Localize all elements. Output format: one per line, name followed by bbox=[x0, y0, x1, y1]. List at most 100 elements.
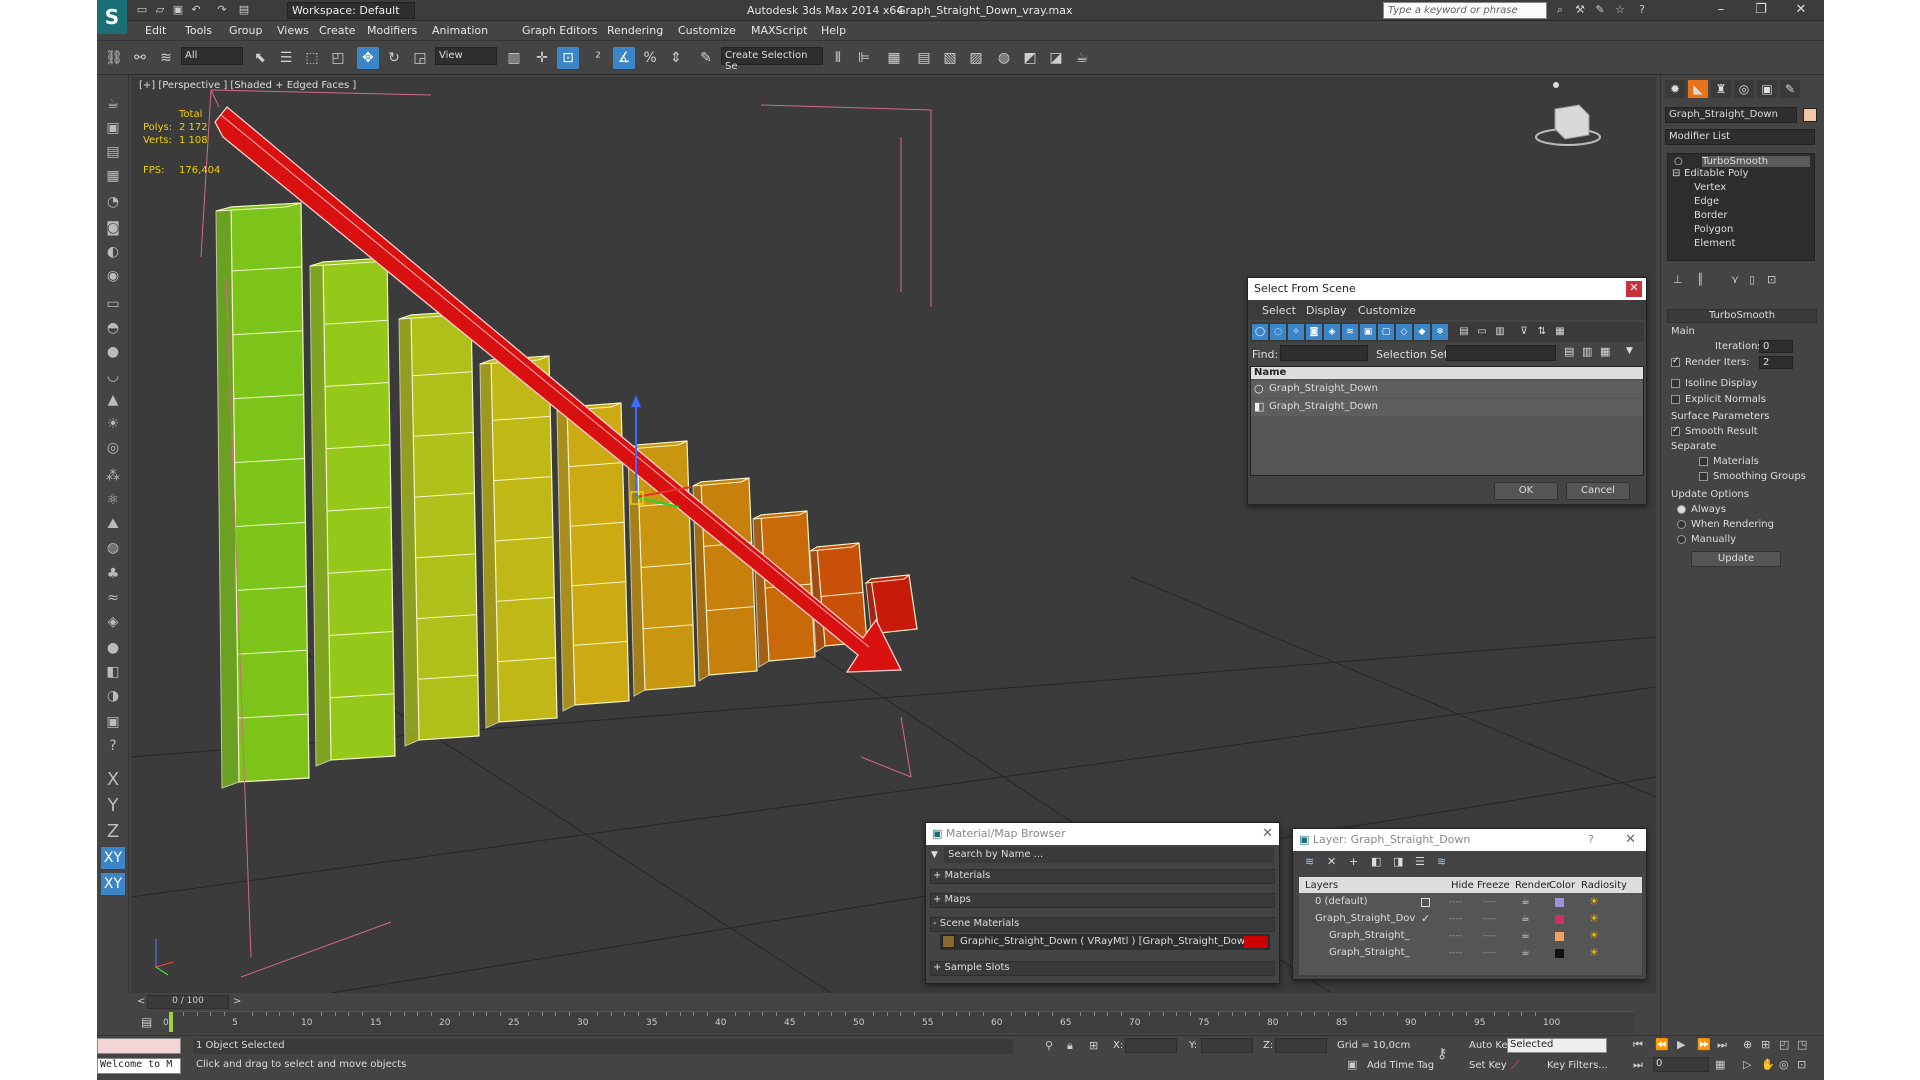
stack-item-border[interactable]: Border bbox=[1694, 210, 1728, 221]
time-config-icon[interactable]: ▦ bbox=[1715, 1058, 1725, 1071]
zoom-extents-icon[interactable]: ◰ bbox=[1779, 1038, 1789, 1051]
always-radio[interactable] bbox=[1677, 505, 1686, 514]
name-column-header[interactable]: Name bbox=[1251, 367, 1643, 379]
project-folder-icon[interactable]: ▤ bbox=[237, 3, 251, 17]
viewcube-icon[interactable] bbox=[1535, 82, 1601, 146]
render-icon[interactable]: ▣ bbox=[101, 117, 125, 139]
zoom-icon[interactable]: ⊕ bbox=[1743, 1038, 1752, 1051]
dialog-menu-customize[interactable]: Customize bbox=[1358, 304, 1416, 317]
stack-item-edge[interactable]: Edge bbox=[1694, 196, 1719, 207]
favorites-icon[interactable]: ☆ bbox=[1613, 3, 1627, 17]
menu-customize[interactable]: Customize bbox=[678, 24, 736, 37]
next-frame-icon[interactable]: > bbox=[233, 996, 241, 1007]
object-color-swatch[interactable] bbox=[1803, 108, 1817, 122]
close-icon[interactable]: ✕ bbox=[1626, 281, 1642, 297]
active-layer-check-icon[interactable]: ✓ bbox=[1421, 912, 1430, 925]
undo-icon[interactable]: ↶ bbox=[189, 3, 203, 17]
frozen-filter-icon[interactable]: ❄ bbox=[1432, 324, 1448, 340]
bind-space-warp-icon[interactable]: ≋ bbox=[155, 47, 177, 69]
x-coord-field[interactable] bbox=[1125, 1038, 1177, 1053]
stack-item-editable-poly[interactable]: Editable Poly bbox=[1684, 168, 1748, 179]
menu-maxscript[interactable]: MAXScript bbox=[751, 24, 807, 37]
sun-icon[interactable]: ☀ bbox=[101, 413, 125, 435]
rendered-frame-window-icon[interactable]: ◪ bbox=[1045, 47, 1067, 69]
bowl-icon[interactable]: ◡ bbox=[101, 365, 125, 387]
x-axis-icon[interactable]: X bbox=[101, 769, 125, 791]
workspace-dropdown[interactable]: Workspace: Default bbox=[287, 2, 415, 19]
render-teapot-icon[interactable]: ☕ bbox=[1521, 930, 1530, 941]
select-by-name-icon[interactable]: ☰ bbox=[275, 47, 297, 69]
mini-curve-editor-icon[interactable]: ▤ bbox=[141, 1015, 152, 1029]
delete-layer-icon[interactable]: ✕ bbox=[1327, 855, 1336, 868]
table-row[interactable]: Graph_Straight_ ---- ---- ☕ ☀ bbox=[1299, 929, 1642, 945]
prev-key-icon[interactable]: ⏪ bbox=[1655, 1038, 1669, 1051]
new-file-icon[interactable]: ▭ bbox=[135, 3, 149, 17]
named-selection-dropdown[interactable]: Create Selection Se bbox=[721, 47, 823, 72]
columns-icon[interactable]: ▦ bbox=[1552, 324, 1568, 340]
hierarchy-tab-icon[interactable]: ♜ bbox=[1711, 80, 1731, 98]
menu-animation[interactable]: Animation bbox=[432, 24, 488, 37]
curve-editor-icon[interactable]: ▧ bbox=[939, 47, 961, 69]
select-rotate-icon[interactable]: ↻ bbox=[383, 47, 405, 69]
xy-plane-icon[interactable]: XY bbox=[101, 847, 125, 869]
grid-icon[interactable]: ▦ bbox=[101, 165, 125, 187]
when-rendering-radio[interactable] bbox=[1677, 520, 1686, 529]
teapot-icon[interactable]: ☕ bbox=[101, 93, 125, 115]
goto-start-icon[interactable]: ⏮ bbox=[1633, 1038, 1643, 1052]
goto-end-icon[interactable]: ⏭ bbox=[1717, 1038, 1727, 1052]
ocean-icon[interactable]: ◑ bbox=[101, 685, 125, 707]
radiosity-icon[interactable]: ☀ bbox=[1589, 895, 1599, 908]
selection-filter-dropdown[interactable]: All bbox=[181, 47, 243, 65]
select-scale-icon[interactable]: ◲ bbox=[409, 47, 431, 69]
shapes-filter-icon[interactable]: ◌ bbox=[1270, 324, 1286, 340]
lightbulb-icon[interactable]: ○ bbox=[1674, 156, 1683, 167]
update-button[interactable]: Update bbox=[1691, 551, 1781, 567]
cube-render-icon[interactable]: ◧ bbox=[101, 661, 125, 683]
maximize-button[interactable]: ❐ bbox=[1742, 0, 1780, 21]
terrain-icon[interactable]: ⛰ bbox=[101, 513, 125, 535]
render-teapot-icon[interactable]: ☕ bbox=[1521, 913, 1530, 924]
select-move-icon[interactable]: ✥ bbox=[357, 47, 379, 69]
link-icon[interactable]: ⛓ bbox=[103, 47, 125, 69]
subscription-icon[interactable]: ⚒ bbox=[1573, 3, 1587, 17]
timeline-track[interactable]: 0 5 10 15 20 25 30 35 40 45 50 55 60 65 70 75 80 85 90 95 10… bbox=[163, 1011, 1634, 1033]
unlink-icon[interactable]: ⚯ bbox=[129, 47, 151, 69]
close-button[interactable]: ✕ bbox=[1782, 0, 1820, 21]
helpers-filter-icon[interactable]: ◈ bbox=[1324, 324, 1340, 340]
menu-help[interactable]: Help bbox=[821, 24, 846, 37]
minimize-button[interactable]: – bbox=[1702, 0, 1740, 21]
create-tab-icon[interactable]: ✹ bbox=[1665, 80, 1685, 98]
freeze-toggle[interactable]: ---- bbox=[1483, 931, 1496, 941]
pivot-center-icon[interactable]: ▥ bbox=[503, 47, 525, 69]
rect-selection-icon[interactable]: ⬚ bbox=[301, 47, 323, 69]
selection-set-dropdown[interactable] bbox=[1446, 345, 1556, 361]
menu-group[interactable]: Group bbox=[229, 24, 263, 37]
blue-sphere-icon[interactable]: ● bbox=[101, 637, 125, 659]
object-name-field[interactable]: Graph_Straight_Down bbox=[1665, 107, 1797, 123]
render-column-header[interactable]: Render bbox=[1515, 880, 1551, 891]
configure-modifier-icon[interactable]: ⊡ bbox=[1767, 273, 1776, 286]
close-icon[interactable]: ✕ bbox=[1262, 826, 1273, 841]
binoculars-icon[interactable]: ⌕ bbox=[1553, 3, 1567, 17]
lights-filter-icon[interactable]: ✧ bbox=[1288, 324, 1304, 340]
select-all-icon[interactable]: ▤ bbox=[1456, 324, 1472, 340]
modifier-list-dropdown[interactable]: Modifier List bbox=[1665, 129, 1815, 145]
cancel-button[interactable]: Cancel bbox=[1566, 482, 1630, 500]
reference-coord-dropdown[interactable]: View bbox=[435, 47, 497, 65]
find-input[interactable] bbox=[1280, 345, 1368, 361]
highlight-selected-icon[interactable]: ◨ bbox=[1393, 855, 1403, 868]
cloth-icon[interactable]: ◈ bbox=[101, 611, 125, 633]
explicit-normals-checkbox[interactable] bbox=[1671, 395, 1680, 404]
orbit-icon[interactable]: ◎ bbox=[1779, 1058, 1789, 1071]
stack-item-turbosmooth[interactable]: TurboSmooth bbox=[1702, 156, 1810, 167]
groups-filter-icon[interactable]: ▣ bbox=[1360, 324, 1376, 340]
disc-icon[interactable]: ◎ bbox=[101, 437, 125, 459]
containers-filter-icon[interactable]: ◆ bbox=[1414, 324, 1430, 340]
scene-material-item[interactable]: Graphic_Straight_Down ( VRayMtl ) [Graph… bbox=[940, 934, 1270, 950]
mirror-icon[interactable]: ⫴ bbox=[827, 47, 849, 69]
select-object-icon[interactable]: ⬉ bbox=[249, 47, 271, 69]
plant-icon[interactable]: ♣ bbox=[101, 563, 125, 585]
material-editor-icon[interactable]: ◍ bbox=[993, 47, 1015, 69]
current-layer-checkbox[interactable] bbox=[1421, 898, 1430, 907]
z-axis-icon[interactable]: Z bbox=[101, 821, 125, 843]
